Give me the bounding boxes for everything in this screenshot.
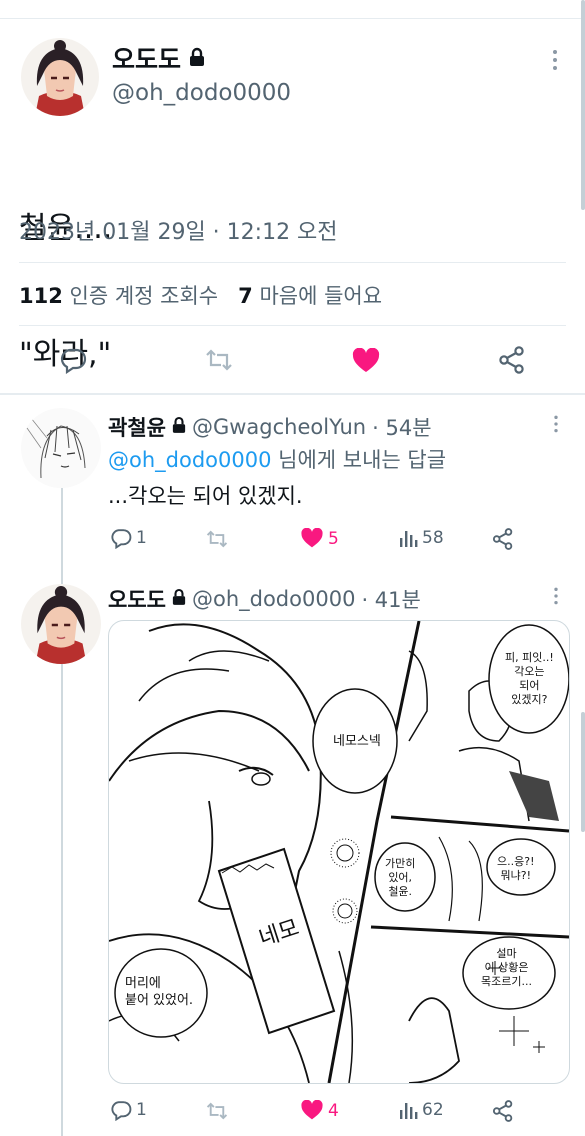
main-author-handle[interactable]: @oh_dodo0000: [112, 80, 291, 106]
stats-divider-top: [19, 262, 566, 263]
more-icon[interactable]: [551, 414, 561, 438]
likes-label[interactable]: 마음에 들어요: [259, 284, 382, 308]
reply1-time[interactable]: · 54분: [372, 412, 431, 442]
top-divider: [0, 18, 585, 19]
reply1-reply-count: 1: [136, 528, 147, 548]
comic-image[interactable]: 네모스넥 머리에 붙어 있었어. 피, 피잇..! 각오는 되어 있겠지? 가만…: [108, 620, 570, 1084]
comic-bubble-bottom: 설마 이 상황은 목조르기...: [481, 947, 532, 988]
lock-icon: [189, 44, 205, 73]
retweet-icon: [206, 1102, 228, 1120]
reply2-reply-count: 1: [136, 1100, 147, 1120]
reply1-like-button[interactable]: 5: [300, 528, 339, 549]
lock-icon: [172, 587, 186, 611]
thread-line-1: [61, 488, 63, 584]
lock-icon: [172, 415, 186, 439]
reply2-view-count: 62: [422, 1100, 444, 1120]
reply2-views-button[interactable]: 62: [398, 1100, 444, 1120]
reply1-views-button[interactable]: 58: [398, 528, 444, 548]
reply1-text: ...각오는 되어 있겠지.: [108, 484, 303, 508]
reply1-header: 곽철윤 @GwagcheolYun · 54분: [108, 412, 432, 442]
heart-icon-liked[interactable]: [352, 348, 380, 374]
reply1-reply-context: @oh_dodo0000 님에게 보내는 답글: [108, 444, 446, 476]
reply1-like-count: 5: [328, 528, 339, 549]
heart-icon-liked: [301, 528, 323, 548]
reply-icon: [111, 1101, 132, 1121]
reply1-view-count: 58: [422, 528, 444, 548]
views-count[interactable]: 112: [19, 284, 63, 308]
comic-bubble-mid-left: 가만히 있어, 철윤.: [385, 857, 416, 898]
views-icon: [400, 531, 418, 547]
scrollbar-top[interactable]: [581, 0, 585, 210]
more-icon[interactable]: [549, 48, 561, 76]
main-tweet-timestamp[interactable]: 2023년 01월 29일 · 12:12 오전: [19, 214, 338, 246]
share-icon[interactable]: [492, 1100, 514, 1122]
reply2-like-count: 4: [328, 1100, 339, 1121]
more-icon[interactable]: [551, 586, 561, 610]
stats-divider-bottom: [19, 325, 566, 326]
reply1-author-name[interactable]: 곽철윤: [108, 412, 166, 442]
comic-bubble-top-right: 피, 피잇..! 각오는 되어 있겠지?: [505, 651, 554, 706]
comic-bubble-nemo: 네모스넥: [333, 734, 381, 749]
main-author-name[interactable]: 오도도: [112, 40, 181, 76]
main-author-name-row[interactable]: 오도도: [112, 40, 205, 76]
reply2-like-button[interactable]: 4: [300, 1100, 339, 1121]
share-icon[interactable]: [492, 528, 514, 550]
views-icon: [400, 1103, 418, 1119]
thread-line-2: [61, 664, 63, 1136]
reply1-avatar[interactable]: [21, 408, 101, 488]
comic-bubble-hair: 머리에 붙어 있었어.: [125, 976, 194, 1008]
comic-bubble-mid-right: 으..응?! 뭐냐?!: [497, 855, 535, 882]
reply1-reply-button[interactable]: 1: [110, 527, 147, 549]
main-tweet-divider: [0, 393, 585, 395]
likes-count[interactable]: 7: [238, 284, 253, 308]
reply2-retweet-button[interactable]: [204, 1100, 230, 1122]
reply2-header: 오도도 @oh_dodo0000 · 41분: [108, 584, 421, 614]
retweet-icon[interactable]: [204, 346, 234, 374]
reply1-reply-suffix: 님에게 보내는 답글: [278, 448, 447, 472]
retweet-icon: [206, 530, 228, 548]
views-label[interactable]: 인증 계정 조회수: [70, 284, 219, 308]
scrollbar-bottom[interactable]: [581, 712, 585, 832]
reply-icon: [111, 529, 132, 549]
reply2-time[interactable]: · 41분: [361, 584, 420, 614]
reply-icon[interactable]: [59, 346, 87, 374]
reply1-retweet-button[interactable]: [204, 528, 230, 550]
reply2-reply-button[interactable]: 1: [110, 1099, 147, 1121]
reply2-author-name[interactable]: 오도도: [108, 584, 166, 614]
main-author-avatar[interactable]: [21, 38, 99, 116]
reply1-handle[interactable]: @GwagcheolYun: [192, 415, 366, 439]
heart-icon-liked: [301, 1100, 323, 1120]
reply2-avatar[interactable]: [21, 584, 101, 664]
share-icon[interactable]: [498, 346, 526, 374]
reply1-mention-link[interactable]: @oh_dodo0000: [108, 448, 271, 472]
reply2-handle[interactable]: @oh_dodo0000: [192, 587, 355, 611]
tweet-stats: 112 인증 계정 조회수 7 마음에 들어요: [19, 280, 382, 310]
comic-artwork: [109, 621, 569, 1083]
